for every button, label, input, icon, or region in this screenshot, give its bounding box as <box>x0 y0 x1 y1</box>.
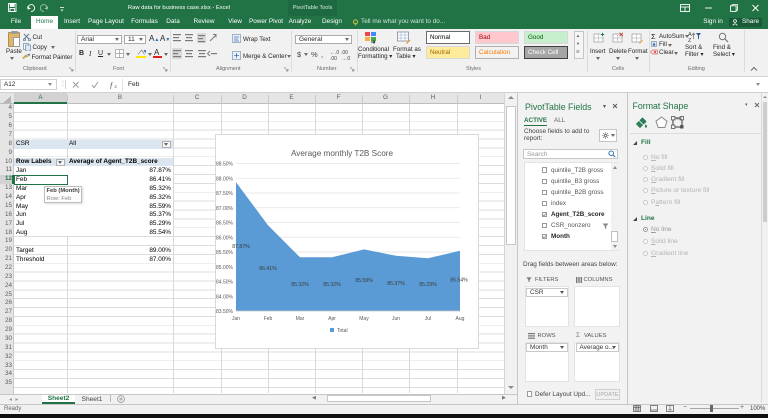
svg-text:86.41%: 86.41% <box>259 266 277 272</box>
svg-text:87.87%: 87.87% <box>232 244 250 250</box>
svg-text:Jul: Jul <box>425 316 431 322</box>
svg-text:87.00%: 87.00% <box>216 206 234 212</box>
svg-text:x: x <box>114 84 118 89</box>
svg-text:85.00%: 85.00% <box>216 265 234 271</box>
svg-text:May: May <box>359 316 369 322</box>
svg-text:Mar: Mar <box>296 316 305 322</box>
svg-text:88.50%: 88.50% <box>216 162 234 168</box>
svg-text:Average monthly T2B Score: Average monthly T2B Score <box>291 149 394 158</box>
svg-text:Aug: Aug <box>456 316 465 322</box>
svg-text:85.50%: 85.50% <box>216 250 234 256</box>
svg-text:Z: Z <box>688 38 692 43</box>
svg-text:86.00%: 86.00% <box>216 235 234 241</box>
svg-text:84.50%: 84.50% <box>216 280 234 286</box>
svg-text:86.50%: 86.50% <box>216 221 234 227</box>
svg-text:f: f <box>110 81 114 89</box>
svg-text:85.54%: 85.54% <box>450 278 468 284</box>
svg-text:Jun: Jun <box>392 316 400 322</box>
svg-text:85.37%: 85.37% <box>387 281 405 287</box>
svg-text:85.59%: 85.59% <box>355 278 373 284</box>
svg-text:85.32%: 85.32% <box>291 282 309 288</box>
svg-text:SIZE: SIZE <box>676 117 683 121</box>
svg-text:87.50%: 87.50% <box>216 191 234 197</box>
svg-text:85.32%: 85.32% <box>323 282 341 288</box>
svg-text:Apr: Apr <box>328 316 336 322</box>
svg-text:88.00%: 88.00% <box>216 176 234 182</box>
svg-text:84.00%: 84.00% <box>216 294 234 300</box>
svg-text:83.50%: 83.50% <box>216 309 234 315</box>
svg-text:Total: Total <box>337 328 348 334</box>
svg-text:Feb: Feb <box>264 316 273 322</box>
svg-text:85.29%: 85.29% <box>419 282 437 288</box>
svg-text:Jan: Jan <box>232 316 240 322</box>
